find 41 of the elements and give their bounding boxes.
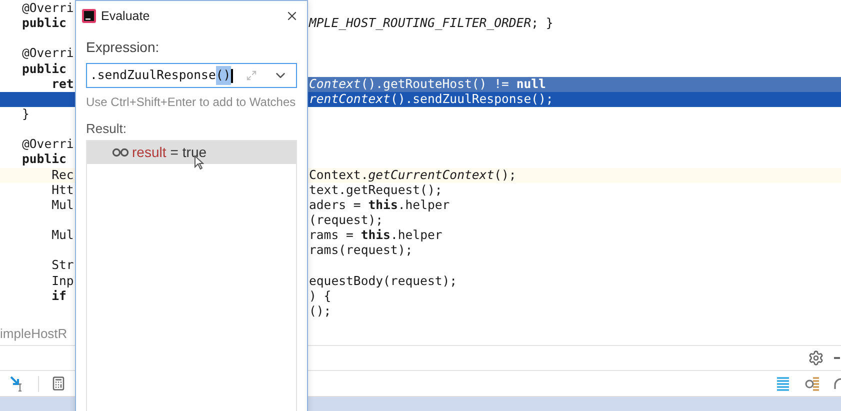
code-line: public [22,62,66,76]
code-line: ) { [309,288,332,303]
code-line: } [22,106,30,121]
file-tab[interactable]: impleHostR [0,324,68,344]
code-line: Htt [50,182,74,197]
watch-icon [112,148,129,156]
code-line: @Overri [22,137,74,152]
result-label: Result: [86,120,128,138]
result-row[interactable]: result = true [87,140,296,164]
document-lines-icon[interactable] [776,376,790,392]
code-line: Mul [50,198,74,212]
expression-label: Expression: [86,38,160,57]
hint-text: Use Ctrl+Shift+Enter to add to Watches [86,94,297,111]
code-line: public [22,16,66,30]
app-logo-icon [82,9,96,23]
search-list-icon[interactable] [804,376,820,392]
code-line: aders = this.helper [309,198,450,212]
code-line: Rec [50,168,74,182]
code-line: Mul [50,228,74,242]
code-line: Context.getCurrentContext(); [309,168,516,182]
code-line: text.getRequest(); [309,182,442,197]
code-line: rams = this.helper [309,228,442,242]
code-line: rentContext().sendZuulResponse(); [309,92,554,106]
code-line: @Overri [22,1,74,15]
code-line: Str [50,258,74,272]
code-line: rams(request); [309,243,413,258]
code-line: @Overri [22,46,74,60]
expression-field[interactable]: .sendZuulResponse() [86,63,297,88]
code-line: (request); [309,212,384,227]
code-line: MPLE_HOST_ROUTING_FILTER_ORDER; } [309,16,554,30]
code-line: (); [309,304,332,318]
code-line: ret [50,76,74,91]
settings-icon[interactable] [808,350,824,366]
code-line: equestBody(request); [309,274,458,288]
code-line: if [50,288,66,303]
dialog-title: Evaluate [101,8,150,25]
calculator-icon[interactable] [51,376,66,391]
code-line: Context().getRouteHost() != null [309,76,546,91]
code-line: public [22,152,66,166]
code-line: Inp [50,274,74,288]
close-button[interactable] [285,9,299,23]
